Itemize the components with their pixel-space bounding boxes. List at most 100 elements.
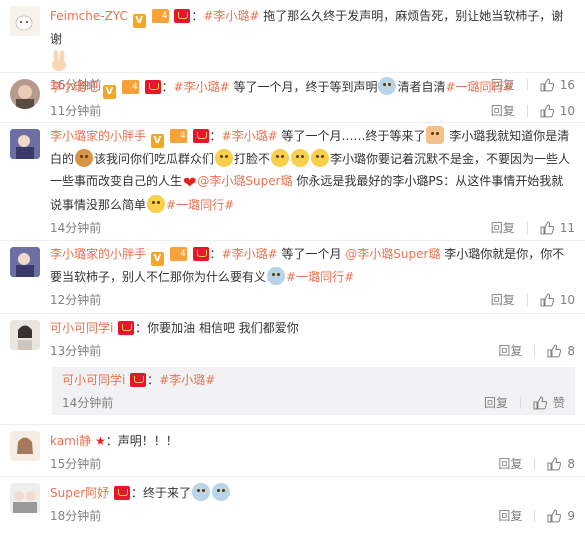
vip-badge-icon[interactable] [114, 486, 130, 500]
commenter-name[interactable]: 李小璐家的小胖手 [50, 129, 146, 143]
commenter-name[interactable]: Super阿妤 [50, 486, 109, 500]
comment-colon: ： [209, 129, 222, 143]
smile-emoji-icon [291, 149, 310, 167]
thumbs-up-icon [547, 344, 562, 358]
thumbs-up-icon [540, 104, 554, 118]
vip-badge-icon[interactable] [130, 373, 147, 387]
reply-button[interactable]: 回复 [498, 504, 522, 528]
comment-time: 18分钟前 [50, 509, 102, 523]
mention-link[interactable]: @李小璐Super璐 [345, 247, 440, 261]
topic-link-2[interactable]: #一璐同行# [445, 80, 513, 94]
commenter-name[interactable]: Feimche-ZYC [50, 9, 128, 23]
thumbs-up-icon [547, 457, 562, 471]
comment-text-3: 该我问你们吃瓜群众们 [94, 152, 215, 166]
comment-time: 13分钟前 [50, 344, 102, 358]
like-count: 9 [567, 509, 575, 523]
like-button[interactable]: 10 [540, 288, 575, 312]
avatar-portrait-image [10, 320, 40, 350]
like-button[interactable]: 10 [540, 99, 575, 123]
fan-level-icon[interactable] [151, 9, 169, 23]
reply-button[interactable]: 回复 [491, 288, 515, 312]
praying-hands-emoji-icon [426, 126, 445, 144]
comment-time: 14分钟前 [50, 221, 102, 235]
commenter-name[interactable]: 李小璐吧 [50, 80, 98, 94]
sub-reply-button[interactable]: 回复 [484, 391, 508, 415]
comment-text-2: 清者自清 [397, 80, 446, 94]
divider [526, 222, 528, 234]
crying-emoji-icon [212, 483, 231, 501]
commenter-name[interactable]: 李小璐家的小胖手 [50, 247, 146, 261]
comment-item: Super阿妤 ：终于来了 18分钟前 回复 9 [0, 477, 585, 531]
topic-link[interactable]: #李小璐# [203, 9, 259, 23]
reply-button[interactable]: 回复 [491, 99, 515, 123]
comment-time: 15分钟前 [50, 457, 102, 471]
like-button[interactable]: 9 [547, 504, 575, 528]
reply-button[interactable]: 回复 [498, 452, 522, 476]
crying-emoji-icon [378, 77, 397, 95]
fan-level-icon[interactable] [169, 129, 187, 143]
comment-item: kami静 ★：声明！！！ 15分钟前 回复 8 [0, 425, 585, 477]
avatar-cat-image [10, 6, 40, 36]
vip-badge-icon[interactable] [174, 9, 191, 23]
avatar[interactable] [10, 129, 40, 159]
avatar[interactable] [10, 6, 40, 36]
divider [534, 510, 536, 522]
avatar-portrait-image [10, 129, 40, 159]
avatar[interactable] [10, 483, 40, 513]
comment-item: 李小璐家的小胖手 V ：#李小璐# 等了一个月 @李小璐Super璐 李小璐你就… [0, 241, 585, 314]
avatar[interactable] [10, 431, 40, 461]
comment-colon: ： [209, 247, 222, 261]
vip-badge-icon[interactable] [144, 80, 161, 94]
comment-text: 等了一个月……终于等来了 [277, 129, 426, 143]
fan-level-icon[interactable] [169, 247, 187, 261]
like-button[interactable]: 8 [547, 339, 575, 363]
like-button[interactable]: 8 [547, 452, 575, 476]
topic-link-2[interactable]: #一璐同行# [286, 270, 354, 284]
avatar[interactable] [10, 320, 40, 350]
sub-like-button[interactable]: 赞 [533, 391, 565, 415]
topic-link[interactable]: #李小璐# [222, 129, 278, 143]
like-count: 10 [559, 293, 575, 307]
vip-badge-icon[interactable] [192, 247, 209, 261]
smile-emoji-icon [311, 149, 330, 167]
avatar[interactable] [10, 79, 40, 109]
verified-v-icon: V [132, 14, 146, 28]
sub-reply-time: 14分钟前 [62, 396, 114, 410]
comment-text: 等了一个月 [277, 247, 346, 261]
commenter-name[interactable]: 可小可同学i [50, 321, 113, 335]
avatar-portrait-image [10, 431, 40, 461]
topic-link[interactable]: #李小璐# [159, 373, 215, 387]
topic-link-2[interactable]: #一璐同行# [166, 198, 234, 212]
verified-v-icon: V [102, 85, 116, 99]
reply-button[interactable]: 回复 [491, 216, 515, 240]
smile-emoji-icon [215, 149, 234, 167]
comment-text: 等了一个月，终于等到声明 [229, 80, 378, 94]
divider [534, 345, 536, 357]
like-count: 8 [567, 457, 575, 471]
vip-badge-icon[interactable] [118, 321, 135, 335]
vip-badge-icon[interactable] [192, 129, 209, 143]
mention-link[interactable]: @李小璐Super璐 [197, 174, 292, 188]
divider [534, 458, 536, 470]
crying-emoji-icon [192, 483, 211, 501]
like-count: 11 [559, 221, 575, 235]
like-button[interactable]: 11 [540, 216, 575, 240]
comment-item: 李小璐吧 V ：#李小璐# 等了一个月，终于等到声明 清者自清#一璐同行# 11分… [0, 73, 585, 123]
comment-colon: ： [191, 9, 204, 23]
sub-reply-name[interactable]: 可小可同学i [62, 373, 125, 387]
sweat-emoji-icon [267, 267, 286, 285]
topic-link[interactable]: #李小璐# [222, 247, 278, 261]
avatar-portrait-image [10, 247, 40, 277]
comment-item: 可小可同学i ：你要加油 相信吧 我们都爱你 13分钟前 回复 8 可小可同学i… [0, 314, 585, 425]
avatar[interactable] [10, 247, 40, 277]
doge-emoji-icon [75, 149, 94, 167]
like-count: 8 [567, 344, 575, 358]
fan-level-icon[interactable] [121, 80, 139, 94]
avatar-portrait-image [10, 79, 40, 109]
commenter-name[interactable]: kami静 [50, 434, 91, 448]
comment-colon: ： [161, 80, 174, 94]
comment-text: ：你要加油 相信吧 我们都爱你 [135, 321, 299, 335]
topic-link[interactable]: #李小璐# [174, 80, 230, 94]
avatar-portrait-image [10, 483, 40, 513]
reply-button[interactable]: 回复 [498, 339, 522, 363]
